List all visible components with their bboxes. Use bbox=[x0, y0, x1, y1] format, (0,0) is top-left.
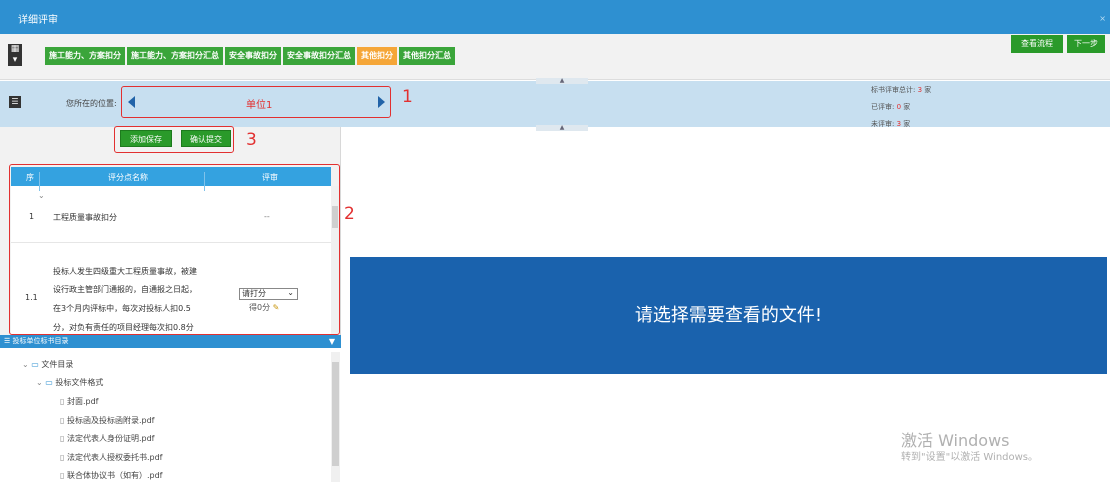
file-viewer-placeholder: 请选择需要查看的文件! bbox=[350, 257, 1107, 374]
file-icon: ▯ bbox=[60, 416, 65, 425]
tree-header[interactable]: ☰ 投标单位标书目录 ▼ bbox=[0, 335, 341, 348]
file-icon: ▯ bbox=[60, 397, 65, 406]
stat-reviewed: 已评审: 0 家 bbox=[871, 103, 911, 111]
folder-icon: ▭ bbox=[31, 360, 39, 369]
tree-scrollbar[interactable] bbox=[331, 352, 340, 482]
annotation-number-1: 1 bbox=[402, 87, 413, 107]
annotation-box-3 bbox=[114, 126, 234, 153]
tree-item-root[interactable]: ⌄ ▭ 文件目录 bbox=[22, 359, 73, 370]
tree-file-item[interactable]: ▯ 封面.pdf bbox=[60, 396, 98, 407]
tab-other-deduction-summary[interactable]: 其他扣分汇总 bbox=[399, 47, 455, 65]
view-flow-button[interactable]: 查看流程 bbox=[1011, 35, 1063, 53]
tab-construction-deduction[interactable]: 施工能力、方案扣分 bbox=[45, 47, 125, 65]
tab-other-deduction[interactable]: 其他扣分 bbox=[357, 47, 397, 65]
windows-activation-watermark-hint: 转到"设置"以激活 Windows。 bbox=[901, 452, 1039, 463]
file-icon: ▯ bbox=[60, 471, 65, 480]
collapse-triangle-icon[interactable]: ▼ bbox=[329, 335, 335, 348]
grid-menu-icon[interactable]: ▦ ▾ bbox=[8, 44, 22, 66]
stat-unreviewed: 未评审: 3 家 bbox=[871, 120, 911, 128]
tab-safety-deduction-summary[interactable]: 安全事故扣分汇总 bbox=[283, 47, 355, 65]
tab-construction-deduction-summary[interactable]: 施工能力、方案扣分汇总 bbox=[127, 47, 223, 65]
file-icon: ▯ bbox=[60, 453, 65, 462]
folder-icon: ▭ bbox=[45, 378, 53, 387]
tab-bar: 施工能力、方案扣分 施工能力、方案扣分汇总 安全事故扣分 安全事故扣分汇总 其他… bbox=[45, 47, 457, 65]
annotation-box-1 bbox=[121, 86, 391, 118]
tree-file-item[interactable]: ▯ 投标函及投标函附录.pdf bbox=[60, 415, 154, 426]
next-step-button[interactable]: 下一步 bbox=[1067, 35, 1105, 53]
window-titlebar: 详细评审 × bbox=[0, 0, 1110, 34]
tree-item-folder[interactable]: ⌄ ▭ 投标文件格式 bbox=[36, 377, 103, 388]
splitter-handle-top[interactable]: ▲ bbox=[536, 78, 588, 84]
review-stats: 标书评审总计: 3 家 已评审: 0 家 未评审: 3 家 bbox=[871, 82, 931, 133]
annotation-box-2 bbox=[9, 164, 340, 335]
window-title: 详细评审 bbox=[18, 15, 58, 26]
tree-file-item[interactable]: ▯ 法定代表人身份证明.pdf bbox=[60, 433, 154, 444]
tab-safety-deduction[interactable]: 安全事故扣分 bbox=[225, 47, 281, 65]
position-label: 您所在的位置: bbox=[66, 99, 117, 108]
tree-file-item[interactable]: ▯ 联合体协议书（如有）.pdf bbox=[60, 470, 162, 481]
chevron-down-icon: ⌄ bbox=[36, 378, 43, 387]
annotation-number-3: 3 bbox=[246, 130, 257, 150]
stat-total: 标书评审总计: 3 家 bbox=[871, 86, 932, 94]
hamburger-icon[interactable]: ☰ bbox=[9, 96, 21, 108]
scrollbar-thumb[interactable] bbox=[332, 362, 339, 466]
splitter-handle-bottom[interactable]: ▲ bbox=[536, 125, 588, 131]
document-tree: ⌄ ▭ 文件目录 ⌄ ▭ 投标文件格式 ▯ 封面.pdf ▯ 投标函及投标函附录… bbox=[0, 348, 341, 482]
file-icon: ▯ bbox=[60, 434, 65, 443]
tree-file-item[interactable]: ▯ 法定代表人授权委托书.pdf bbox=[60, 452, 162, 463]
chevron-down-icon: ⌄ bbox=[22, 360, 29, 369]
close-icon[interactable]: × bbox=[1099, 14, 1106, 23]
annotation-number-2: 2 bbox=[344, 204, 355, 224]
